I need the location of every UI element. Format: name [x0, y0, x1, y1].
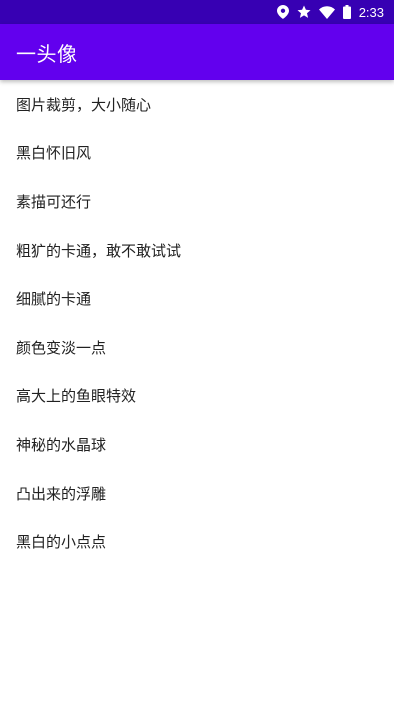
star-icon — [297, 0, 311, 24]
app-bar: 一头像 — [0, 24, 394, 80]
menu-item-halftone-dots[interactable]: 黑白的小点点 — [0, 517, 394, 566]
menu-item-crystal-ball[interactable]: 神秘的水晶球 — [0, 420, 394, 469]
menu-item-bw-nostalgia[interactable]: 黑白怀旧风 — [0, 129, 394, 178]
status-bar: 2:33 — [0, 0, 394, 24]
status-time: 2:33 — [358, 4, 384, 20]
menu-list: 图片裁剪，大小随心 黑白怀旧风 素描可还行 粗犷的卡通，敢不敢试试 细腻的卡通 … — [0, 80, 394, 566]
menu-item-rough-cartoon[interactable]: 粗犷的卡通，敢不敢试试 — [0, 226, 394, 275]
app-title: 一头像 — [16, 41, 78, 66]
wifi-icon — [318, 0, 335, 24]
location-icon — [276, 0, 289, 24]
menu-item-emboss[interactable]: 凸出来的浮雕 — [0, 469, 394, 518]
menu-item-fine-cartoon[interactable]: 细腻的卡通 — [0, 274, 394, 323]
menu-item-sketch[interactable]: 素描可还行 — [0, 177, 394, 226]
menu-item-lighten-color[interactable]: 颜色变淡一点 — [0, 323, 394, 372]
menu-item-crop[interactable]: 图片裁剪，大小随心 — [0, 80, 394, 129]
menu-item-fisheye[interactable]: 高大上的鱼眼特效 — [0, 372, 394, 421]
battery-icon — [342, 0, 351, 24]
